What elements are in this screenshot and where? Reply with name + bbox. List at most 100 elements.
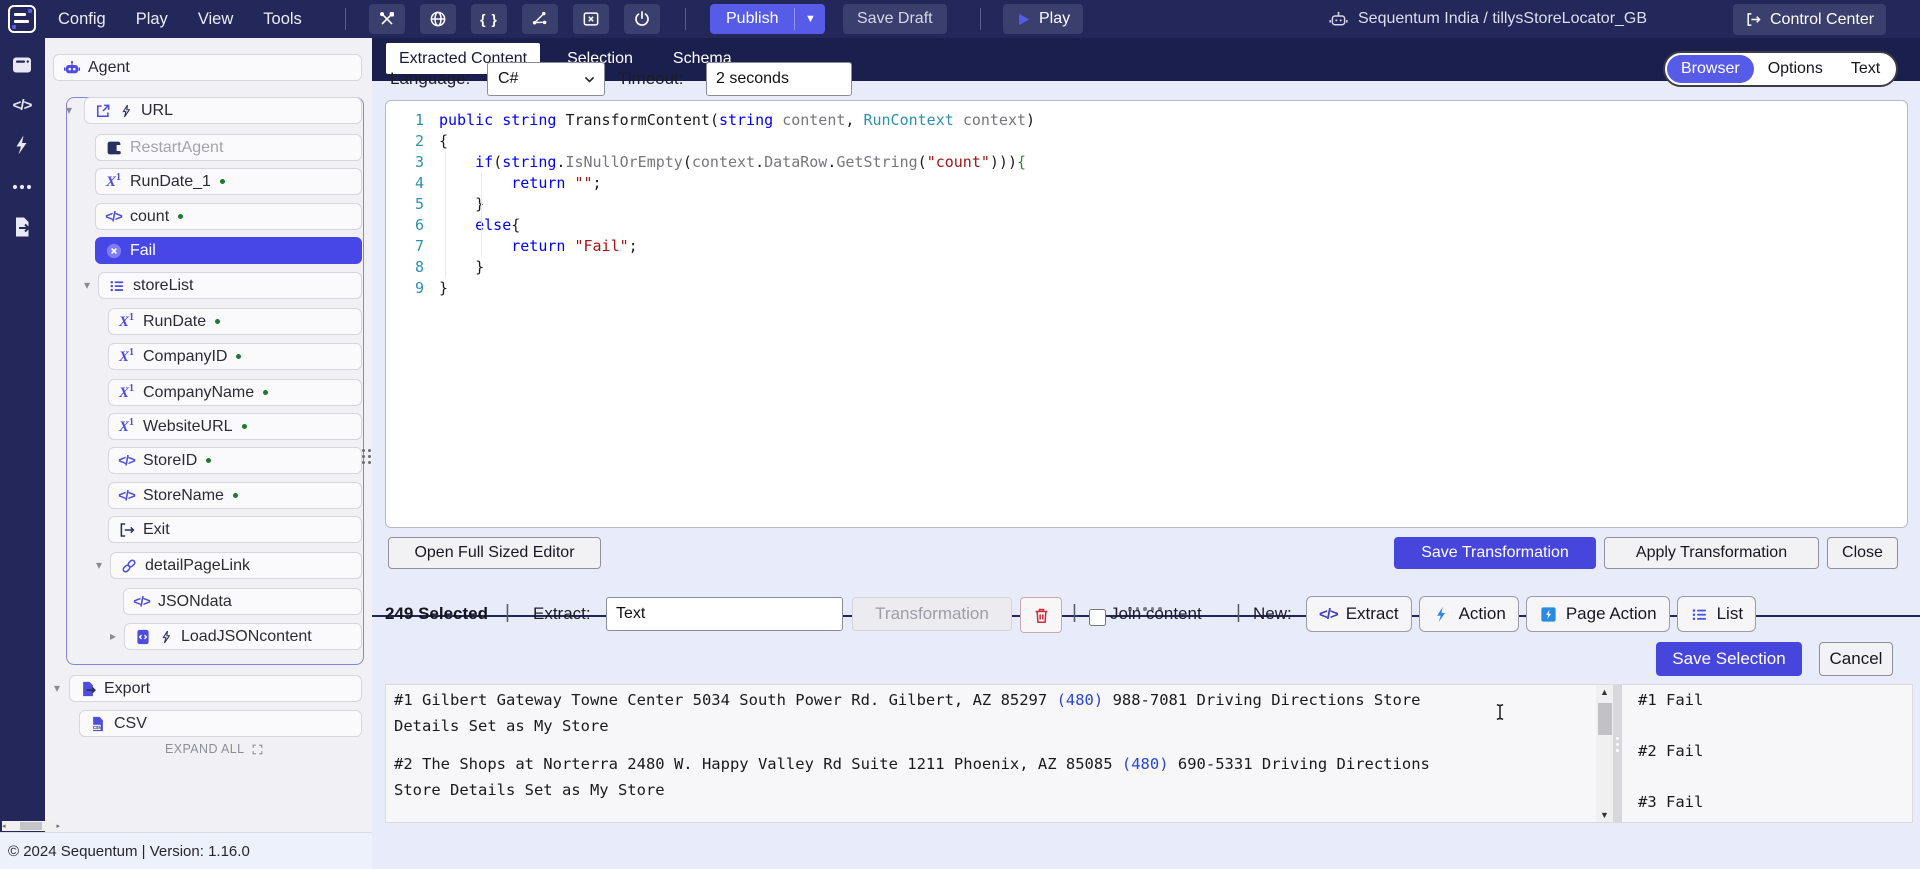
tree-item-companyname[interactable]: X1CompanyName [108,379,362,406]
tree-item-url[interactable]: URL [84,97,362,124]
expand-icon [251,743,264,756]
menu-tools[interactable]: Tools [263,10,302,29]
expand-all-button[interactable]: EXPAND ALL [165,742,264,756]
menu-bar: Config Play View Tools [58,0,302,38]
publish-dropdown-arrow[interactable]: ▼ [795,4,825,34]
tree-item-label: count [130,208,169,226]
close-button[interactable]: Close [1827,537,1898,569]
control-center-button[interactable]: Control Center [1733,4,1886,35]
tree-item-websiteurl[interactable]: X1WebsiteURL [108,413,362,440]
transformation-button[interactable]: Transformation [852,597,1012,631]
codeglyph-icon: </> [132,592,151,611]
results-splitter[interactable] [1613,685,1622,822]
scroll-thumb[interactable] [1598,703,1612,735]
view-tab-text[interactable]: Text [1837,55,1894,83]
tree-caret-expanded[interactable]: ▾ [50,681,64,695]
tree-item-rundate_1[interactable]: X1RunDate_1 [95,168,362,195]
scroll-left-arrow[interactable]: ◂ [2,822,6,830]
tree-horizontal-scrollbar[interactable]: ◂ ▸ [2,821,60,831]
delete-button[interactable] [1020,597,1062,633]
tree-item-detailpagelink[interactable]: detailPageLink [110,552,362,579]
tree-item-companyid[interactable]: X1CompanyID [108,343,362,370]
tree-item-label: CSV [114,715,147,733]
tree-item-rundate[interactable]: X1RunDate [108,308,362,335]
extract-input[interactable] [606,597,843,631]
view-mode-switch: BrowserOptionsText [1663,51,1898,87]
workspace-indicator: Sequentum India / tillysStoreLocator_GB [1328,0,1647,38]
failx-icon [104,241,123,260]
tree-item-exit[interactable]: Exit [108,516,362,543]
tree-item-restartagent[interactable]: RestartAgent [95,134,362,161]
scroll-up-arrow[interactable]: ▲ [1596,685,1613,699]
tree-item-jsondata[interactable]: </>JSONdata [123,588,362,615]
code-editor[interactable]: 1public string TransformContent(string c… [385,100,1908,528]
network-button[interactable] [522,4,558,34]
panel-splitter-handle[interactable] [361,440,372,472]
menu-config[interactable]: Config [58,10,106,29]
bolt-icon [159,627,174,646]
scroll-right-arrow[interactable]: ▸ [56,822,60,830]
scroll-down-arrow[interactable]: ▼ [1596,808,1613,822]
new-list-button[interactable]: List [1677,596,1756,632]
timeout-input[interactable] [706,62,852,96]
bolt-blue-icon [1432,605,1451,624]
code-line: 7 return "Fail"; [386,236,1907,257]
play-button[interactable]: Play [1003,4,1083,34]
menu-play[interactable]: Play [136,10,168,29]
save-transformation-button[interactable]: Save Transformation [1394,537,1596,569]
tree-caret-collapsed[interactable]: ▸ [106,629,120,643]
tree-item-csv[interactable]: CSVCSV [79,710,362,737]
new-extract-button[interactable]: </>Extract [1306,596,1412,632]
globe-button[interactable] [420,4,456,34]
folder-x-button[interactable] [573,4,609,34]
strip-window-icon[interactable] [9,52,35,78]
tools-button[interactable] [369,4,405,34]
tree-item-storename[interactable]: </>StoreName [108,482,362,509]
tree-item-storeid[interactable]: </>StoreID [108,447,362,474]
tree-item-count[interactable]: </>count [95,203,362,230]
strip-export-doc-icon[interactable] [9,214,35,240]
publish-label[interactable]: Publish [710,4,794,34]
selected-count: 249 Selected [385,604,488,624]
result-status-list[interactable]: #1 Fail#2 Fail#3 Fail [1622,685,1912,822]
vertical-scrollbar[interactable]: ▲ ▼ [1596,685,1613,822]
tree-item-agent[interactable]: Agent [53,54,362,81]
strip-bolt-icon[interactable] [9,132,35,158]
code-line: 3 if(string.IsNullOrEmpty(context.DataRo… [386,152,1907,173]
publish-button[interactable]: Publish ▼ [710,4,825,34]
extract-label: Extract: [533,604,591,624]
status-dot [178,214,183,219]
open-full-editor-button[interactable]: Open Full Sized Editor [388,537,601,569]
tree-item-export[interactable]: Export [69,675,362,702]
view-tab-options[interactable]: Options [1754,55,1837,83]
braces-button[interactable]: { } [471,4,507,34]
divider: | [1236,602,1241,624]
scroll-thumb[interactable] [20,822,42,830]
save-draft-button[interactable]: Save Draft [843,4,947,34]
strip-ellipsis-icon[interactable] [9,174,35,200]
language-select[interactable]: C# [487,62,605,96]
new-page-action-button[interactable]: Page Action [1526,596,1670,632]
list-icon [107,276,126,295]
menu-view[interactable]: View [198,10,233,29]
new-action-button[interactable]: Action [1419,596,1519,632]
extracted-text[interactable]: #1 Gilbert Gateway Towne Center 5034 Sou… [386,685,1588,824]
power-button[interactable] [624,4,660,34]
tree-caret-expanded[interactable]: ▾ [92,558,106,572]
tree-caret-expanded[interactable]: ▾ [80,278,94,292]
tree-item-loadjsoncontent[interactable]: LoadJSONcontent [124,623,362,650]
text-cursor [1494,702,1506,722]
cancel-button[interactable]: Cancel [1819,642,1893,676]
strip-code-icon[interactable]: </> [9,92,35,118]
code-line: 5 } [386,194,1907,215]
tree-item-fail[interactable]: Fail [95,237,362,264]
save-selection-button[interactable]: Save Selection [1656,642,1802,676]
tree-item-storelist[interactable]: storeList [98,272,362,299]
apply-transformation-button[interactable]: Apply Transformation [1604,537,1819,569]
tree-caret-expanded[interactable]: ▾ [62,103,76,117]
x1-icon: X1 [104,172,123,191]
join-content-checkbox[interactable] [1089,609,1106,626]
view-tab-browser[interactable]: Browser [1667,55,1754,83]
link-icon [119,556,138,575]
tree-item-label: storeList [133,277,193,295]
